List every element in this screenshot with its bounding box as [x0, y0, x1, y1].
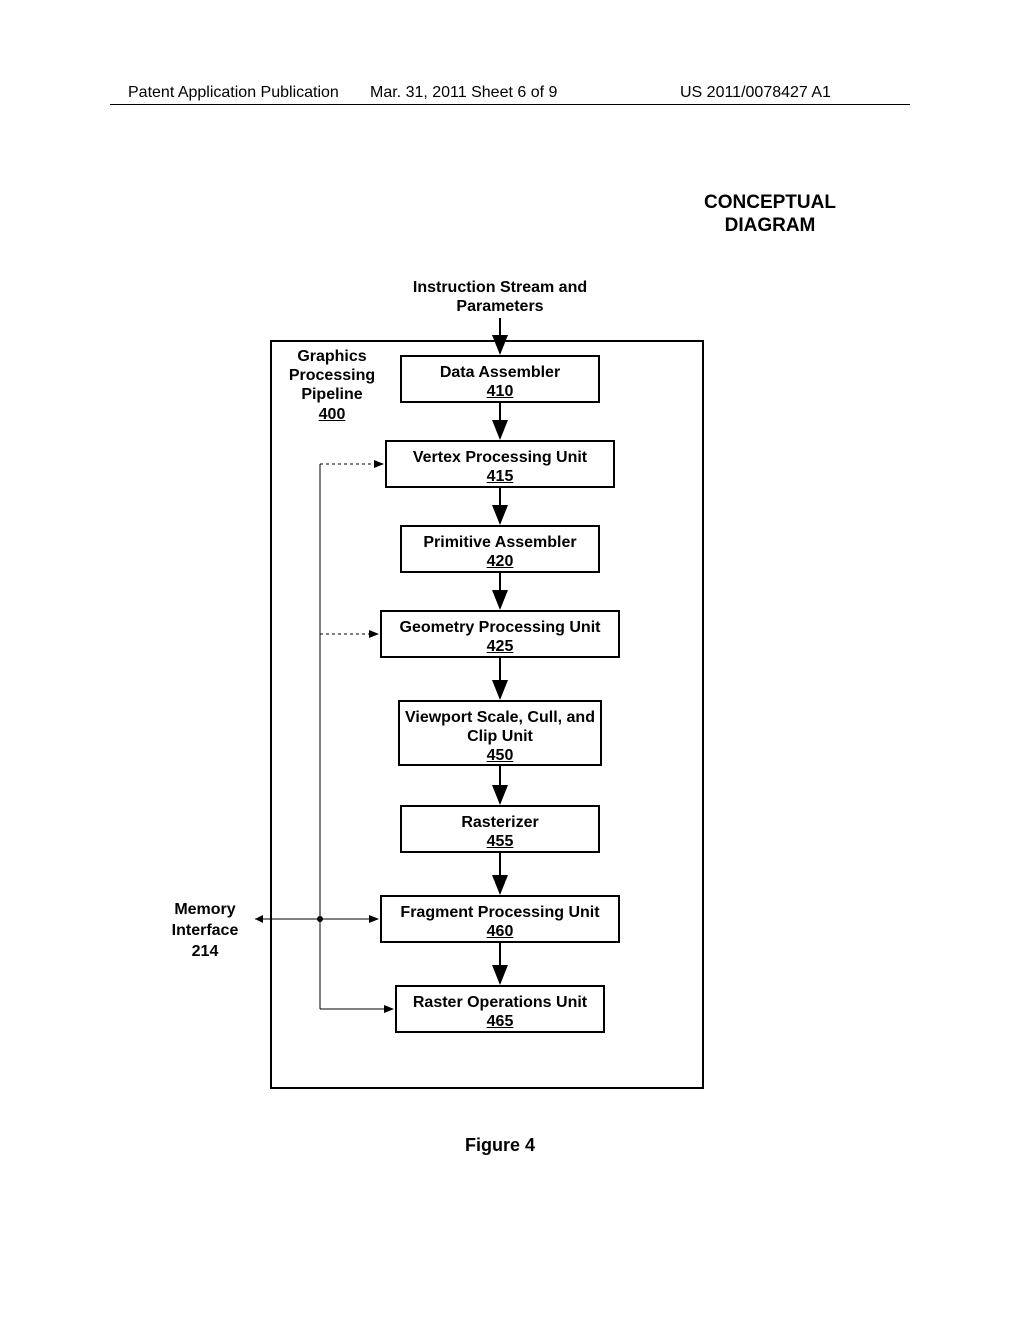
block-title: Vertex Processing Unit — [413, 449, 587, 466]
pipeline-title: Graphics Processing Pipeline 400 — [280, 345, 384, 426]
block-title: Rasterizer — [461, 814, 538, 831]
block-title: Raster Operations Unit — [413, 994, 587, 1011]
pipeline-title-num: 400 — [319, 406, 346, 423]
pipeline-title-text: Graphics Processing Pipeline — [289, 348, 375, 403]
block-title: Primitive Assembler — [423, 534, 576, 551]
memory-num: 214 — [192, 943, 219, 960]
block-viewport-scale-cull-clip: Viewport Scale, Cull, and Clip Unit 450 — [398, 700, 602, 766]
block-title: Geometry Processing Unit — [400, 619, 601, 636]
block-num: 455 — [487, 833, 514, 850]
memory-title: Memory Interface — [172, 901, 239, 939]
block-rasterizer: Rasterizer 455 — [400, 805, 600, 853]
block-title: Viewport Scale, Cull, and Clip Unit — [405, 709, 595, 745]
block-geometry-processing: Geometry Processing Unit 425 — [380, 610, 620, 658]
figure-caption: Figure 4 — [400, 1135, 600, 1156]
block-title: Fragment Processing Unit — [400, 904, 599, 921]
block-vertex-processing: Vertex Processing Unit 415 — [385, 440, 615, 488]
input-stream-label: Instruction Stream and Parameters — [400, 278, 600, 316]
header-right: US 2011/0078427 A1 — [680, 84, 831, 102]
block-num: 460 — [487, 923, 514, 940]
block-num: 415 — [487, 468, 514, 485]
block-num: 410 — [487, 383, 514, 400]
block-primitive-assembler: Primitive Assembler 420 — [400, 525, 600, 573]
header-rule — [110, 104, 910, 105]
header-left: Patent Application Publication — [128, 84, 339, 102]
conceptual-diagram-label: CONCEPTUAL DIAGRAM — [680, 192, 860, 238]
block-num: 420 — [487, 553, 514, 570]
block-fragment-processing: Fragment Processing Unit 460 — [380, 895, 620, 943]
block-num: 465 — [487, 1013, 514, 1030]
block-raster-operations: Raster Operations Unit 465 — [395, 985, 605, 1033]
block-data-assembler: Data Assembler 410 — [400, 355, 600, 403]
memory-interface-label: Memory Interface 214 — [160, 900, 250, 962]
block-num: 425 — [487, 638, 514, 655]
block-title: Data Assembler — [440, 364, 560, 381]
header-mid: Mar. 31, 2011 Sheet 6 of 9 — [370, 84, 557, 102]
block-num: 450 — [487, 747, 514, 764]
